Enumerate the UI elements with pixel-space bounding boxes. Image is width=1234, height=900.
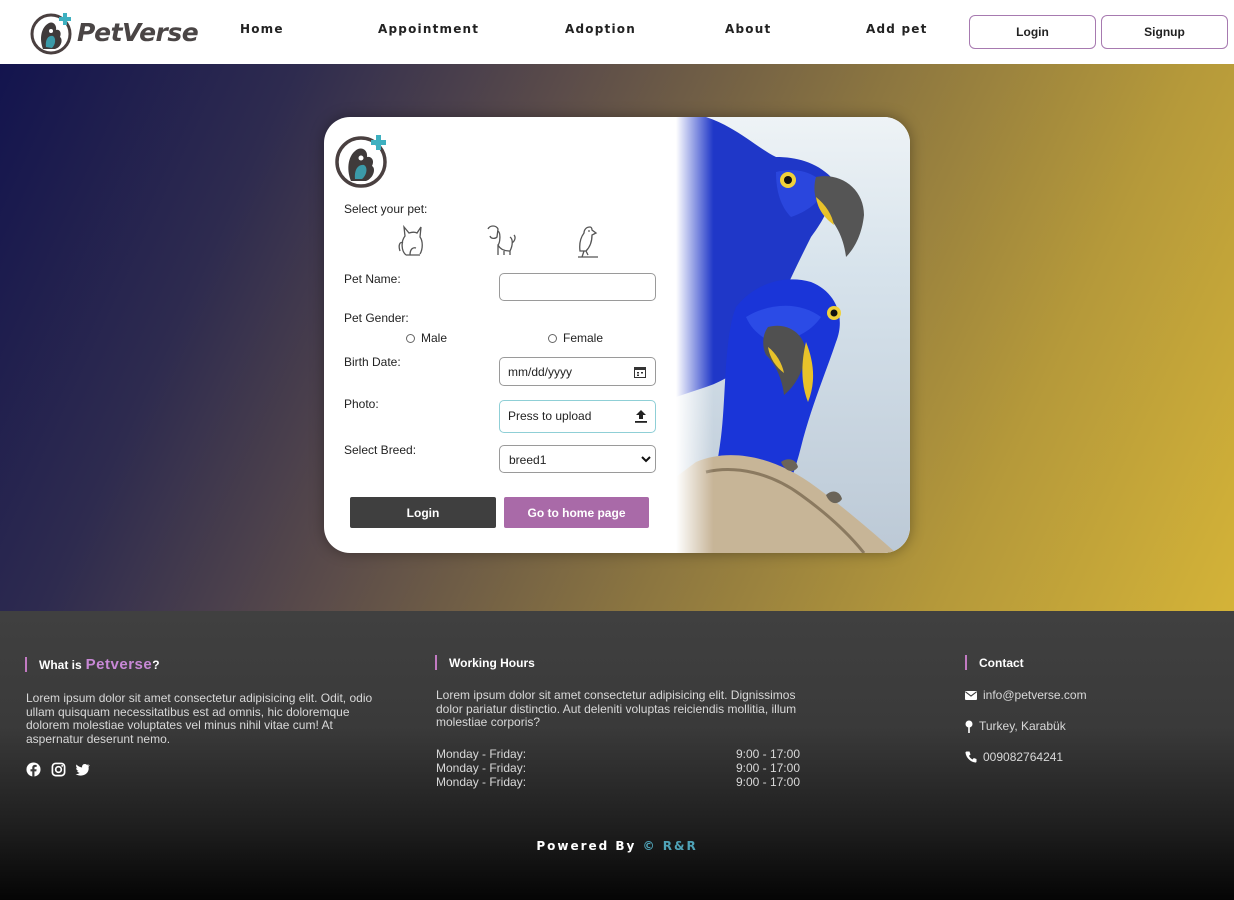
photo-upload-placeholder: Press to upload (508, 409, 592, 423)
brand[interactable]: PetVerse (29, 6, 199, 58)
pet-name-input[interactable] (499, 273, 656, 301)
hours-time: 9:00 - 17:00 (735, 775, 800, 789)
contact-heading: Contact (965, 655, 1024, 670)
pet-name-label: Pet Name: (344, 272, 401, 286)
about-heading-suffix: ? (152, 657, 160, 672)
hours-time: 9:00 - 17:00 (735, 761, 800, 775)
nav-link-home[interactable]: Home (240, 22, 284, 36)
chevron-down-icon (641, 456, 651, 463)
nav-link-add-pet[interactable]: Add pet (866, 22, 928, 36)
cat-icon[interactable] (396, 221, 428, 259)
contact-location: Turkey, Karabük (965, 719, 1066, 733)
working-hours-heading: Working Hours (435, 655, 535, 670)
contact-phone-text: 009082764241 (983, 750, 1064, 764)
login-button[interactable]: Login (969, 15, 1096, 49)
birth-date-placeholder: mm/dd/yyyy (508, 365, 573, 379)
instagram-icon[interactable] (51, 762, 66, 777)
add-pet-card: Select your pet: Pet Name: Pet Gender: M… (324, 117, 910, 553)
bird-icon[interactable] (572, 221, 604, 259)
hours-row: Monday - Friday: 9:00 - 17:00 (436, 761, 800, 775)
pet-gender-label: Pet Gender: (344, 311, 409, 325)
about-heading-prefix: What is (39, 657, 82, 672)
envelope-icon (965, 690, 977, 700)
signup-button[interactable]: Signup (1101, 15, 1228, 49)
twitter-icon[interactable] (75, 762, 90, 777)
phone-icon (965, 751, 977, 763)
select-pet-label: Select your pet: (344, 202, 428, 216)
dog-icon[interactable] (482, 221, 518, 259)
heading-bar (25, 657, 27, 672)
calendar-icon[interactable] (634, 366, 646, 378)
select-breed-label: Select Breed: (344, 443, 417, 457)
upload-icon (635, 410, 647, 423)
radio-circle (406, 333, 415, 343)
heading-bar (965, 655, 967, 670)
petverse-logo-icon (30, 13, 72, 55)
hours-day: Monday - Friday: (436, 775, 527, 789)
brand-name: PetVerse (77, 17, 199, 47)
about-text: Lorem ipsum dolor sit amet consectetur a… (26, 691, 373, 746)
radio-circle (548, 333, 557, 343)
hours-day: Monday - Friday: (436, 761, 527, 775)
hours-row: Monday - Friday: 9:00 - 17:00 (436, 747, 800, 761)
working-hours-title: Working Hours (449, 655, 535, 670)
contact-email-text: info@petverse.com (983, 688, 1087, 702)
working-hours-text: Lorem ipsum dolor sit amet consectetur a… (436, 688, 797, 729)
gender-male-radio[interactable]: Male (406, 331, 447, 345)
map-pin-icon (965, 720, 973, 733)
nav-link-adoption[interactable]: Adoption (565, 22, 636, 36)
nav-link-about[interactable]: About (725, 22, 771, 36)
about-heading: What is Petverse ? (25, 656, 160, 673)
gender-male-label: Male (421, 331, 448, 345)
hours-time: 9:00 - 17:00 (735, 747, 800, 761)
form-login-button[interactable]: Login (350, 497, 496, 528)
heading-bar (435, 655, 437, 670)
photo-label: Photo: (344, 397, 379, 411)
powered-by-brand[interactable]: © R&R (643, 839, 698, 853)
breed-selected-value: breed1 (509, 453, 547, 467)
gender-female-radio[interactable]: Female (548, 331, 603, 345)
hours-day: Monday - Friday: (436, 747, 527, 761)
contact-email[interactable]: info@petverse.com (965, 688, 1087, 702)
footer: What is Petverse ? Lorem ipsum dolor sit… (0, 611, 1234, 900)
parrot-image (676, 117, 910, 553)
breed-select[interactable]: breed1 (499, 445, 656, 473)
contact-location-text: Turkey, Karabük (979, 719, 1066, 733)
birth-date-label: Birth Date: (344, 355, 401, 369)
powered-by-prefix: Powered By (536, 839, 637, 853)
gender-female-label: Female (563, 331, 604, 345)
hours-row: Monday - Friday: 9:00 - 17:00 (436, 775, 800, 789)
powered-by: Powered By © R&R (0, 839, 1234, 853)
nav-link-appointment[interactable]: Appointment (378, 22, 479, 36)
petverse-logo-icon (335, 135, 387, 188)
hero-section: Select your pet: Pet Name: Pet Gender: M… (0, 64, 1234, 611)
photo-upload-input[interactable]: Press to upload (499, 400, 656, 433)
facebook-icon[interactable] (26, 762, 41, 777)
contact-phone[interactable]: 009082764241 (965, 750, 1063, 764)
about-heading-brand: Petverse (85, 656, 153, 673)
top-nav: PetVerse Home Appointment Adoption About… (0, 0, 1234, 64)
contact-title: Contact (979, 655, 1024, 670)
birth-date-input[interactable]: mm/dd/yyyy (499, 357, 656, 386)
go-home-button[interactable]: Go to home page (504, 497, 649, 528)
